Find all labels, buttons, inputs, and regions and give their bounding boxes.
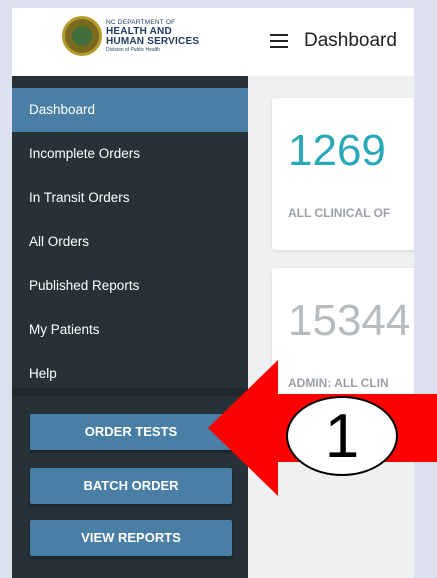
sidebar-item-all-orders[interactable]: All Orders xyxy=(12,220,248,264)
order-tests-button[interactable]: ORDER TESTS xyxy=(30,414,232,450)
sidebar-item-in-transit-orders[interactable]: In Transit Orders xyxy=(12,176,248,220)
stat-label: ALL CLINICAL OF xyxy=(288,206,391,220)
hamburger-icon[interactable] xyxy=(270,34,288,48)
step-number-badge: 1 xyxy=(286,396,398,476)
state-seal-icon xyxy=(62,16,102,56)
logo-text: NC DEPARTMENT OF HEALTH AND HUMAN SERVIC… xyxy=(106,19,200,53)
logo-line-3: HUMAN SERVICES xyxy=(106,35,200,47)
sidebar-item-published-reports[interactable]: Published Reports xyxy=(12,264,248,308)
logo-line-2: HEALTH AND xyxy=(106,25,172,37)
stat-card-clinical-orders[interactable]: 1269 ALL CLINICAL OF xyxy=(272,98,414,250)
batch-order-button[interactable]: BATCH ORDER xyxy=(30,468,232,504)
page-title: Dashboard xyxy=(304,30,397,51)
sidebar: Dashboard Incomplete Orders In Transit O… xyxy=(12,76,248,578)
sidebar-item-dashboard[interactable]: Dashboard xyxy=(12,88,248,132)
sidebar-item-my-patients[interactable]: My Patients xyxy=(12,308,248,352)
view-reports-button[interactable]: VIEW REPORTS xyxy=(30,520,232,556)
top-header: NC DEPARTMENT OF HEALTH AND HUMAN SERVIC… xyxy=(12,8,414,76)
logo-line-4: Division of Public Health xyxy=(106,46,160,53)
sidebar-item-incomplete-orders[interactable]: Incomplete Orders xyxy=(12,132,248,176)
ncdhhs-logo[interactable]: NC DEPARTMENT OF HEALTH AND HUMAN SERVIC… xyxy=(60,16,210,60)
stat-value: 15344 xyxy=(288,296,411,345)
stat-value: 1269 xyxy=(288,126,386,175)
